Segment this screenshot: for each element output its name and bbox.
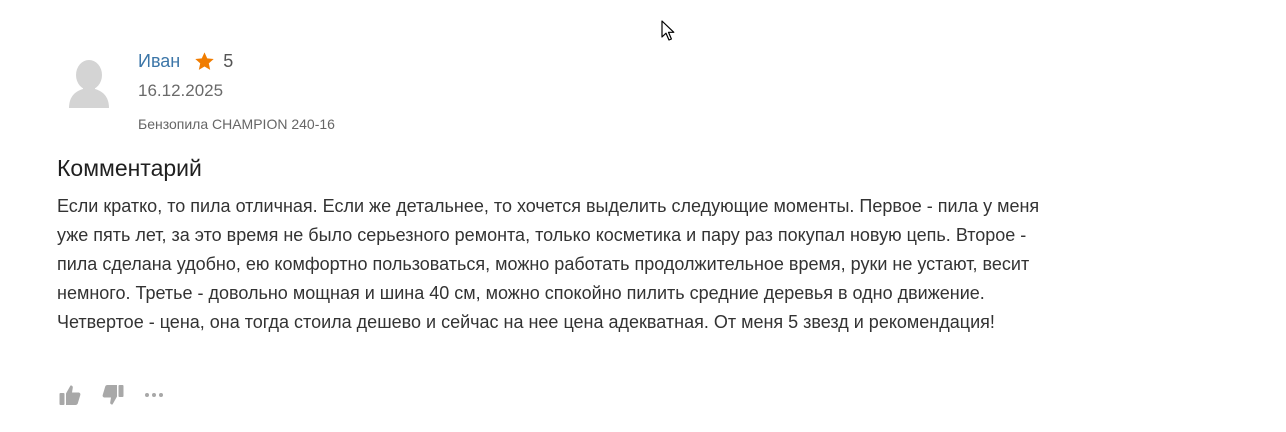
review-actions [57, 381, 165, 409]
comment-heading: Комментарий [57, 155, 202, 181]
review-date: 16.12.2025 [138, 81, 224, 100]
product-name: Бензопила CHAMPION 240-16 [138, 116, 335, 132]
thumbs-up-icon [59, 385, 81, 405]
author-line: Иван 5 [138, 48, 233, 74]
rating-value: 5 [223, 50, 234, 71]
more-horizontal-icon [145, 393, 163, 397]
like-button[interactable] [57, 381, 83, 409]
comment-text: Если кратко, то пила отличная. Если же д… [57, 196, 1040, 332]
mouse-pointer-icon [661, 20, 675, 42]
review-card: Иван 5 16.12.2025 Бензопила CHAMPION 240… [0, 0, 1286, 432]
avatar [66, 58, 112, 110]
more-button[interactable] [143, 381, 165, 409]
user-silhouette-icon [69, 60, 109, 108]
author-name-link[interactable]: Иван [138, 51, 180, 72]
thumbs-down-icon [102, 385, 124, 405]
dislike-button[interactable] [100, 381, 126, 409]
star-icon [194, 51, 215, 72]
